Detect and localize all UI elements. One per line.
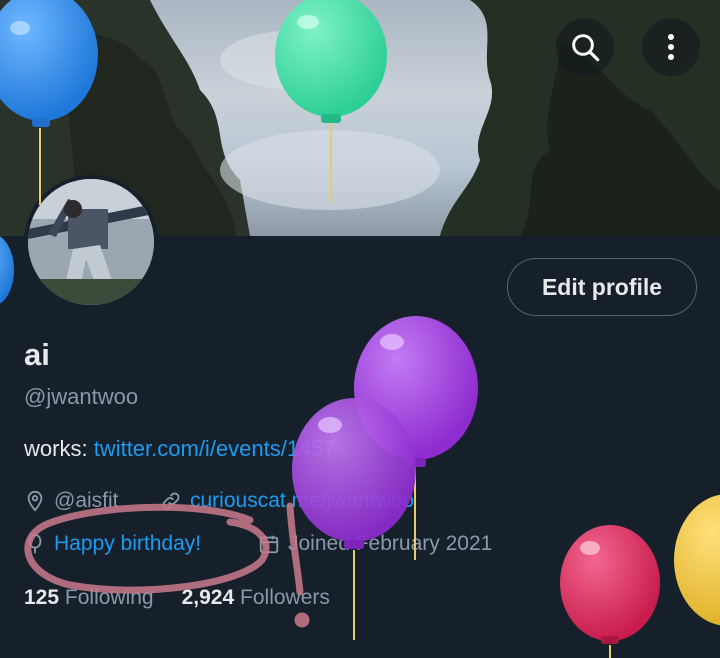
location-pin-icon — [27, 490, 43, 512]
following-count: 125 — [24, 586, 60, 609]
location-item: @aisfit — [24, 489, 119, 513]
following-link[interactable]: 125 Following — [24, 586, 154, 610]
avatar-photo — [28, 179, 154, 305]
vertical-dots-icon — [668, 34, 674, 60]
profile-handle: @jwantwoo — [24, 384, 139, 409]
balloon-blue-partial — [0, 236, 14, 304]
edit-profile-button[interactable]: Edit profile — [507, 258, 697, 316]
balloon-purple-back — [354, 316, 478, 560]
profile-bio: works: twitter.com/i/events/1457 — [24, 436, 336, 462]
joined-item: Joined February 2021 — [258, 532, 492, 556]
search-icon — [572, 34, 600, 62]
location-text: @aisfit — [54, 489, 119, 512]
calendar-icon — [259, 535, 279, 554]
profile-name: ai — [24, 337, 50, 372]
following-label: Following — [64, 586, 154, 609]
balloon-icon — [28, 533, 42, 554]
link-icon — [162, 492, 180, 510]
birthday-item: Happy birthday! — [24, 532, 201, 556]
website-item[interactable]: curiouscat.me/jwantwoo — [160, 489, 414, 513]
bio-text: works: — [24, 436, 88, 461]
followers-label: Followers — [240, 586, 330, 609]
more-options-button[interactable] — [642, 18, 700, 76]
website-link[interactable]: curiouscat.me/jwantwoo — [190, 489, 414, 513]
birthday-text[interactable]: Happy birthday! — [54, 532, 201, 556]
followers-count: 2,924 — [181, 586, 235, 609]
bio-link[interactable]: twitter.com/i/events/1457 — [94, 436, 336, 461]
arrow-left-icon — [40, 35, 66, 59]
followers-link[interactable]: 2,924 Followers — [182, 586, 330, 610]
balloon-yellow — [674, 494, 720, 626]
avatar[interactable] — [24, 175, 158, 309]
back-button[interactable] — [24, 18, 82, 76]
balloon-red — [560, 525, 660, 658]
search-button[interactable] — [556, 18, 614, 76]
joined-text: Joined February 2021 — [288, 532, 493, 555]
follow-stats: 125 Following 2,924 Followers — [24, 586, 330, 610]
